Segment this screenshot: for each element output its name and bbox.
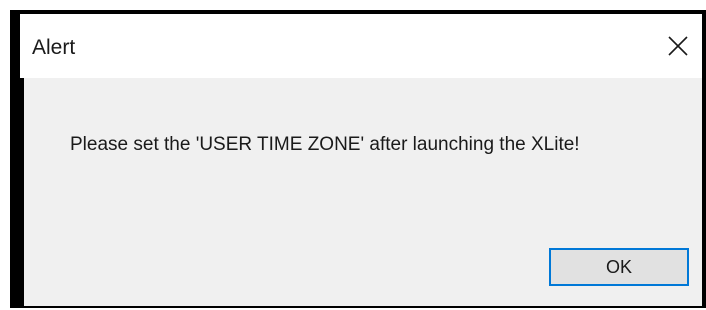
dialog-content: Please set the 'USER TIME ZONE' after la…	[24, 78, 702, 306]
window-title: Alert	[32, 36, 76, 59]
title-bar: Alert	[20, 14, 702, 78]
close-button[interactable]	[660, 28, 696, 64]
alert-dialog: Alert Please set the 'USER TIME ZONE' af…	[10, 10, 706, 308]
close-icon	[668, 36, 688, 56]
alert-message: Please set the 'USER TIME ZONE' after la…	[70, 134, 580, 155]
ok-button[interactable]: OK	[549, 248, 689, 286]
